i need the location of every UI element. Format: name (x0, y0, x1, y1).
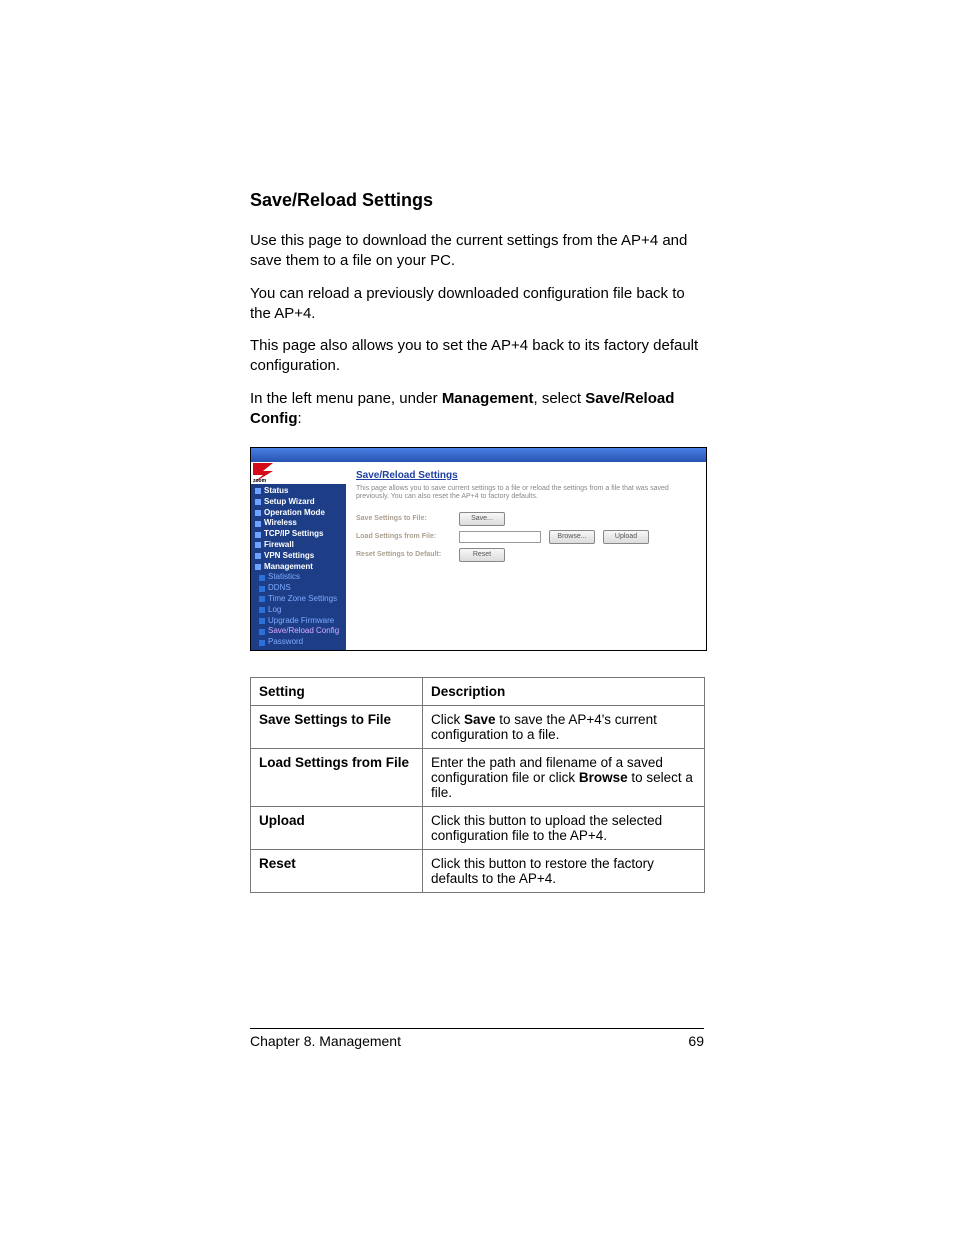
cell-desc-save: Click Save to save the AP+4's current co… (423, 705, 705, 748)
reset-button[interactable]: Reset (459, 548, 505, 562)
nav-sub-upgrade[interactable]: Upgrade Firmware (255, 616, 342, 627)
paragraph-1: Use this page to download the current se… (250, 231, 704, 272)
footer-page-number: 69 (688, 1033, 704, 1049)
table-header-row: Setting Description (251, 677, 705, 705)
nav-top-group: Status Setup Wizard Operation Mode Wirel… (251, 484, 346, 650)
nav-sub-log[interactable]: Log (255, 605, 342, 616)
paragraph-3: This page also allows you to set the AP+… (250, 336, 704, 377)
paragraph-2: You can reload a previously downloaded c… (250, 284, 704, 325)
nav-sub-savereload[interactable]: Save/Reload Config (255, 626, 342, 637)
nav-sub-password[interactable]: Password (255, 637, 342, 648)
label-load: Load Settings from File: (356, 533, 451, 541)
bullet-icon (259, 618, 265, 624)
th-setting: Setting (251, 677, 423, 705)
table-row: Reset Click this button to restore the f… (251, 849, 705, 892)
bullet-icon (259, 586, 265, 592)
embedded-screenshot: zoom Status Setup Wizard Operation Mode … (250, 447, 707, 651)
table-row: Save Settings to File Click Save to save… (251, 705, 705, 748)
upload-button[interactable]: Upload (603, 530, 649, 544)
expand-icon (255, 532, 261, 538)
nav-status[interactable]: Status (255, 486, 342, 497)
p4-c: , select (534, 390, 586, 407)
screenshot-main: Save/Reload Settings This page allows yo… (346, 462, 706, 650)
cell-setting-load: Load Settings from File (251, 748, 423, 806)
expand-icon (255, 488, 261, 494)
screenshot-desc: This page allows you to save current set… (356, 485, 696, 502)
bullet-icon (259, 607, 265, 613)
nav-sub-timezone[interactable]: Time Zone Settings (255, 594, 342, 605)
cell-setting-save: Save Settings to File (251, 705, 423, 748)
nav-tcpip[interactable]: TCP/IP Settings (255, 529, 342, 540)
nav-management[interactable]: Management (255, 562, 342, 573)
file-path-input[interactable] (459, 531, 541, 543)
nav-operation-mode[interactable]: Operation Mode (255, 508, 342, 519)
bullet-icon (259, 596, 265, 602)
table-row: Upload Click this button to upload the s… (251, 806, 705, 849)
screenshot-title: Save/Reload Settings (356, 470, 696, 481)
settings-table: Setting Description Save Settings to Fil… (250, 677, 705, 893)
label-save: Save Settings to File: (356, 515, 451, 523)
nav-sub-statistics[interactable]: Statistics (255, 572, 342, 583)
bullet-icon (259, 629, 265, 635)
cell-setting-reset: Reset (251, 849, 423, 892)
p4-a: In the left menu pane, under (250, 390, 442, 407)
nav-wireless[interactable]: Wireless (255, 518, 342, 529)
expand-icon (255, 499, 261, 505)
cell-desc-load: Enter the path and filename of a saved c… (423, 748, 705, 806)
cell-setting-upload: Upload (251, 806, 423, 849)
screenshot-topbar (251, 448, 706, 462)
screenshot-sidebar: zoom Status Setup Wizard Operation Mode … (251, 462, 346, 650)
row-load: Load Settings from File: Browse... Uploa… (356, 530, 696, 544)
table-row: Load Settings from File Enter the path a… (251, 748, 705, 806)
page: Save/Reload Settings Use this page to do… (0, 0, 954, 1235)
collapse-icon (255, 564, 261, 570)
nav-sub-ddns[interactable]: DDNS (255, 583, 342, 594)
cell-desc-upload: Click this button to upload the selected… (423, 806, 705, 849)
th-description: Description (423, 677, 705, 705)
brand-logo: zoom (251, 462, 346, 484)
expand-icon (255, 510, 261, 516)
label-reset: Reset Settings to Default: (356, 551, 451, 559)
page-footer: Chapter 8. Management 69 (250, 1028, 704, 1049)
save-button[interactable]: Save... (459, 512, 505, 526)
paragraph-4: In the left menu pane, under Management,… (250, 389, 704, 430)
row-reset: Reset Settings to Default: Reset (356, 548, 696, 562)
nav-vpn[interactable]: VPN Settings (255, 551, 342, 562)
bullet-icon (259, 575, 265, 581)
footer-rule (250, 1028, 704, 1029)
expand-icon (255, 521, 261, 527)
brand-text: zoom (253, 479, 266, 485)
bullet-icon (259, 640, 265, 646)
section-heading: Save/Reload Settings (250, 190, 704, 211)
p4-management: Management (442, 390, 534, 407)
browse-button[interactable]: Browse... (549, 530, 595, 544)
nav-setup-wizard[interactable]: Setup Wizard (255, 497, 342, 508)
nav-firewall[interactable]: Firewall (255, 540, 342, 551)
p4-e: : (297, 410, 301, 427)
expand-icon (255, 542, 261, 548)
expand-icon (255, 553, 261, 559)
row-save: Save Settings to File: Save... (356, 512, 696, 526)
footer-chapter: Chapter 8. Management (250, 1033, 401, 1049)
cell-desc-reset: Click this button to restore the factory… (423, 849, 705, 892)
